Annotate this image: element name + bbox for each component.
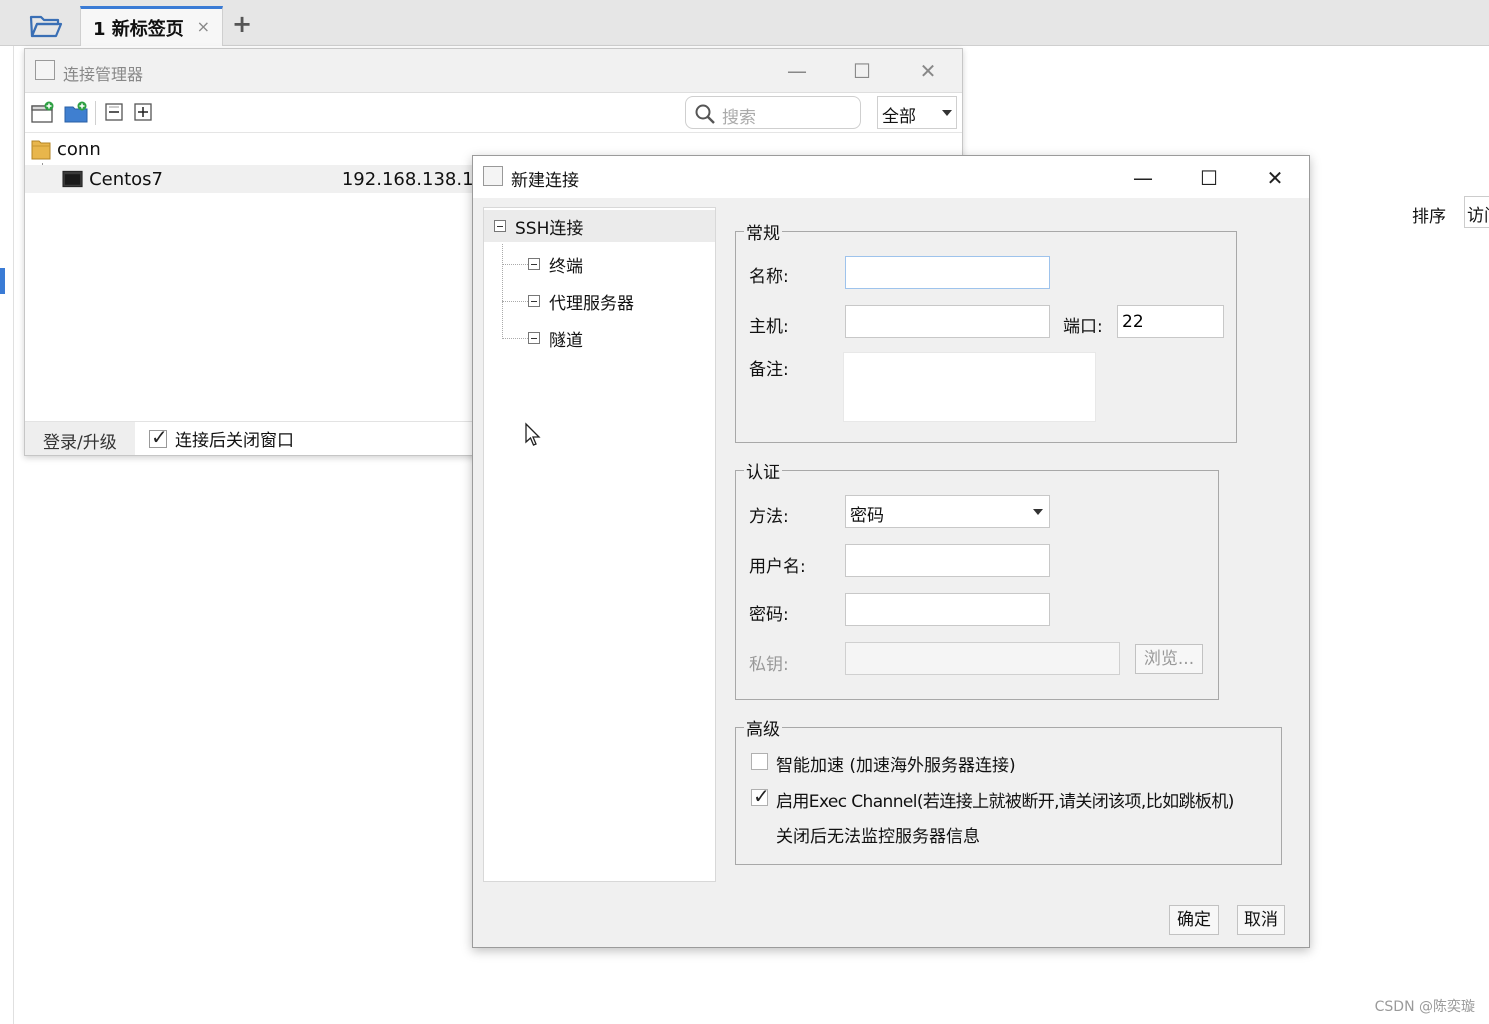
folder-label: conn	[57, 138, 101, 160]
chevron-down-icon	[942, 110, 952, 116]
tree-folder-conn[interactable]: conn	[31, 135, 101, 163]
advanced-legend: 高级	[746, 720, 780, 740]
private-key-label: 私钥:	[749, 655, 789, 675]
settings-category-tree: SSH连接 终端 代理服务器 隧道	[483, 207, 716, 882]
conn-manager-toolbar: 搜索 全部	[25, 93, 962, 133]
visit-button[interactable]: 访问	[1464, 196, 1489, 228]
method-label: 方法:	[749, 507, 789, 527]
tree-line	[502, 301, 528, 302]
maximize-button[interactable]: ☐	[842, 57, 882, 85]
close-after-connect-checkbox[interactable]: ✓ 连接后关闭窗口	[149, 425, 294, 451]
collapse-icon[interactable]	[528, 332, 540, 344]
tree-line	[502, 338, 528, 339]
search-input[interactable]: 搜索	[685, 96, 861, 129]
left-rail	[0, 46, 14, 1024]
new-session-icon[interactable]	[31, 101, 55, 123]
check-icon: ✓	[151, 424, 168, 449]
add-tab-button[interactable]: +	[232, 10, 252, 38]
smart-accel-checkbox[interactable]	[751, 753, 768, 770]
search-placeholder: 搜索	[722, 108, 756, 128]
port-field[interactable]	[1117, 305, 1224, 338]
password-field[interactable]	[845, 593, 1050, 626]
sort-label[interactable]: 排序	[1412, 202, 1446, 227]
collapse-icon[interactable]	[494, 220, 506, 232]
tree-item-centos7[interactable]: Centos7 192.168.138.13	[25, 165, 485, 193]
name-label: 名称:	[749, 267, 789, 287]
general-legend: 常规	[746, 224, 780, 244]
login-upgrade-button[interactable]: 登录/升级	[25, 422, 135, 455]
open-folder-button[interactable]	[24, 10, 68, 42]
tab-close-icon[interactable]: ×	[197, 17, 210, 36]
folder-icon	[31, 140, 51, 160]
host-field[interactable]	[845, 305, 1050, 338]
username-label: 用户名:	[749, 557, 806, 577]
cancel-button[interactable]: 取消	[1237, 905, 1285, 935]
tree-item-proxy[interactable]: 代理服务器	[528, 287, 634, 315]
tree-line	[502, 264, 528, 265]
exec-channel-checkbox[interactable]: ✓	[751, 784, 770, 808]
filter-dropdown[interactable]: 全部	[877, 96, 957, 129]
java-app-icon	[35, 60, 55, 80]
conn-manager-titlebar: 连接管理器 — ☐ ✕	[25, 49, 962, 93]
auth-legend: 认证	[746, 463, 780, 483]
password-label: 密码:	[749, 605, 789, 625]
rail-indicator	[0, 268, 5, 294]
tab-new-page[interactable]: 1 新标签页 ×	[80, 6, 223, 46]
tab-label: 1 新标签页	[93, 18, 184, 40]
new-conn-titlebar: 新建连接 — ☐ ✕	[473, 156, 1309, 198]
tree-item-tunnel[interactable]: 隧道	[528, 324, 583, 352]
tree-line	[502, 244, 503, 339]
close-button[interactable]: ✕	[908, 57, 948, 85]
search-icon	[695, 104, 715, 124]
new-folder-icon[interactable]	[64, 101, 88, 123]
collapse-icon[interactable]	[528, 258, 540, 270]
mouse-cursor-icon	[525, 422, 541, 446]
toolbar-separator	[95, 101, 96, 125]
private-key-field[interactable]	[845, 642, 1120, 675]
tree-item-label: 隧道	[549, 330, 583, 351]
watermark: CSDN @陈奕璇	[1374, 999, 1475, 1015]
username-field[interactable]	[845, 544, 1050, 577]
exec-channel-note: 关闭后无法监控服务器信息	[776, 827, 980, 847]
close-button[interactable]: ✕	[1255, 164, 1295, 192]
checkbox-box[interactable]: ✓	[149, 425, 168, 449]
folder-open-icon	[29, 15, 63, 38]
tree-item-label: 代理服务器	[549, 293, 634, 314]
expand-all-icon[interactable]	[132, 101, 156, 123]
host-label: 主机:	[749, 317, 789, 337]
tab-bar: 1 新标签页 × +	[0, 0, 1489, 46]
new-connection-dialog: 新建连接 — ☐ ✕ SSH连接 终端 代理服务器 隧道 常规 名称: 主机: …	[472, 155, 1310, 948]
tree-item-ssh[interactable]: SSH连接	[494, 212, 583, 240]
check-icon: ✓	[753, 784, 770, 808]
name-field[interactable]	[845, 256, 1050, 289]
browse-button[interactable]: 浏览...	[1135, 644, 1203, 674]
smart-accel-label: 智能加速 (加速海外服务器连接)	[776, 756, 1016, 776]
conn-manager-title: 连接管理器	[63, 65, 144, 84]
chevron-down-icon	[1033, 509, 1043, 515]
close-after-connect-label: 连接后关闭窗口	[175, 431, 294, 451]
port-label: 端口:	[1063, 317, 1103, 337]
exec-channel-label: 启用Exec Channel(若连接上就被断开,请关闭该项,比如跳板机)	[776, 792, 1234, 812]
tree-item-label: SSH连接	[515, 218, 584, 239]
ok-button[interactable]: 确定	[1169, 905, 1219, 935]
collapse-icon[interactable]	[528, 295, 540, 307]
filter-value: 全部	[882, 107, 916, 127]
method-select[interactable]: 密码	[845, 495, 1050, 528]
tree-item-label: 终端	[549, 256, 583, 277]
session-name: Centos7	[89, 168, 164, 190]
tree-item-terminal[interactable]: 终端	[528, 250, 583, 278]
new-conn-title: 新建连接	[511, 171, 579, 191]
note-field[interactable]	[843, 352, 1096, 422]
maximize-button[interactable]: ☐	[1189, 164, 1229, 192]
note-label: 备注:	[749, 360, 789, 380]
minimize-button[interactable]: —	[1123, 164, 1163, 192]
java-app-icon	[483, 166, 503, 186]
session-host: 192.168.138.13	[341, 168, 485, 190]
method-value: 密码	[850, 506, 884, 526]
terminal-icon	[62, 170, 83, 188]
minimize-button[interactable]: —	[777, 57, 817, 85]
collapse-all-icon[interactable]	[103, 101, 127, 123]
